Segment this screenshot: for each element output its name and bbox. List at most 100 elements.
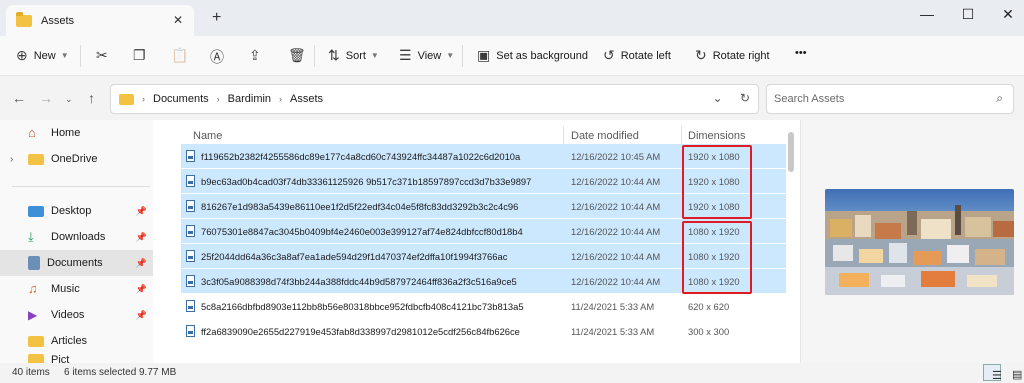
item-count: 40 items [12, 367, 50, 378]
cut-button[interactable]: ✂ [96, 47, 114, 64]
trash-icon: 🗑 [288, 47, 306, 63]
new-tab-button[interactable]: + [212, 9, 221, 27]
divider [462, 45, 463, 67]
breadcrumb-assets[interactable]: Assets [290, 93, 323, 105]
copy-icon: ❐ [133, 47, 146, 63]
delete-button[interactable]: 🗑 [288, 47, 312, 64]
share-button[interactable]: ⇪ [249, 47, 267, 64]
plus-circle-icon: ⊕ [16, 47, 28, 63]
highlight-box-portrait [682, 221, 752, 294]
search-icon: ⌕ [996, 91, 1003, 105]
paste-button[interactable]: 📋 [171, 47, 194, 64]
search-placeholder: Search Assets [774, 93, 845, 105]
selection-count: 6 items selected [64, 367, 137, 378]
vertical-scrollbar[interactable] [788, 132, 794, 172]
set-as-background-button[interactable]: ▣ Set as background [477, 47, 588, 64]
rename-button[interactable]: Ⓐ [210, 47, 230, 67]
sidebar-item-downloads[interactable]: ⤓ Downloads 📌 [0, 224, 153, 250]
pin-icon: 📌 [135, 257, 147, 268]
sort-label: Sort [345, 49, 366, 62]
sidebar-item-music[interactable]: ♫ Music 📌 [0, 276, 153, 302]
chevron-down-icon: ▼ [446, 51, 455, 60]
file-dimensions: 620 x 620 [688, 300, 730, 312]
address-bar[interactable]: › Documents › Bardimin › Assets ⌄ ↻ [110, 84, 759, 114]
preview-image [825, 189, 1014, 295]
more-options-button[interactable]: ••• [795, 47, 807, 59]
selection-size: 9.77 MB [139, 367, 177, 378]
recent-chevron-icon[interactable]: ⌄ [65, 94, 73, 105]
maximize-button[interactable]: ☐ [958, 6, 978, 23]
table-row[interactable]: 5c8a2166dbfbd8903e112bb8b56e80318bbce952… [181, 294, 786, 318]
folder-icon [28, 335, 44, 347]
home-icon: ⌂ [28, 125, 36, 140]
details-view-button[interactable]: ☰ [983, 364, 1002, 382]
column-header-name[interactable]: Name [193, 130, 222, 142]
image-file-icon [186, 175, 195, 187]
forward-arrow-icon[interactable]: → [39, 90, 53, 106]
breadcrumb-bardimin[interactable]: Bardimin [228, 93, 271, 105]
file-date: 12/16/2022 10:44 AM [571, 175, 661, 187]
file-name: b9ec63ad0b4cad03f74db33361125926 9b517c3… [201, 175, 532, 187]
search-input[interactable]: Search Assets ⌕ [766, 84, 1014, 114]
address-actions: ⌄ ↻ [713, 91, 750, 105]
table-row[interactable]: ff2a6839090e2655d227919e453fab8d338997d2… [181, 319, 786, 343]
file-dimensions: 300 x 300 [688, 325, 730, 337]
image-file-icon [186, 300, 195, 312]
rotate-right-label: Rotate right [712, 49, 770, 62]
sidebar-item-onedrive[interactable]: › OneDrive [0, 146, 153, 172]
close-window-button[interactable]: ✕ [998, 6, 1018, 23]
chevron-down-icon: ▼ [370, 51, 379, 60]
file-name: 816267e1d983a5439e86110ee1f2d5f22edf34c0… [201, 200, 519, 212]
view-icon: ☰ [399, 47, 412, 63]
navigation-pane: ⌂ Home › OneDrive Desktop 📌 ⤓ Downloads … [0, 120, 153, 363]
up-arrow-icon[interactable]: ↑ [88, 90, 95, 106]
desktop-icon [28, 205, 44, 217]
sidebar-item-home[interactable]: ⌂ Home [0, 120, 153, 146]
preview-pane [800, 120, 1024, 363]
sort-button[interactable]: ⇅ Sort ▼ [328, 47, 379, 64]
image-file-icon [186, 250, 195, 262]
sidebar-item-label: Documents [47, 257, 103, 269]
sidebar-item-articles[interactable]: Articles [0, 328, 153, 354]
details-view-icon: ☰ [992, 370, 1002, 382]
tab-assets[interactable]: Assets ✕ [6, 5, 194, 36]
back-arrow-icon[interactable]: ← [12, 90, 26, 106]
sidebar-item-videos[interactable]: ▶ Videos 📌 [0, 302, 153, 328]
close-tab-icon[interactable]: ✕ [170, 13, 186, 27]
rotate-left-button[interactable]: ↺ Rotate left [603, 47, 671, 64]
sidebar-item-pictures[interactable]: Pict [0, 354, 153, 363]
refresh-icon[interactable]: ↻ [740, 91, 750, 105]
chevron-right-icon: › [142, 94, 145, 104]
expand-chevron-icon[interactable]: › [10, 154, 13, 165]
file-date: 11/24/2021 5:33 AM [571, 325, 655, 337]
new-button[interactable]: ⊕ New ▼ [16, 47, 69, 64]
copy-button[interactable]: ❐ [133, 47, 152, 64]
rotate-right-button[interactable]: ↻ Rotate right [695, 47, 770, 64]
chevron-right-icon: › [279, 94, 283, 104]
clipboard-icon: 📋 [171, 47, 189, 63]
image-file-icon [186, 325, 195, 337]
column-header-dimensions[interactable]: Dimensions [688, 130, 745, 142]
file-date: 12/16/2022 10:45 AM [571, 150, 661, 162]
view-button[interactable]: ☰ View ▼ [399, 47, 454, 64]
status-bar: 40 items 6 items selected 9.77 MB ☰ ▤ [0, 363, 1024, 383]
sidebar-item-label: Home [51, 127, 81, 139]
desktop-background-icon: ▣ [477, 47, 491, 63]
more-icon: ••• [795, 47, 807, 59]
sidebar-item-desktop[interactable]: Desktop 📌 [0, 198, 153, 224]
sidebar-item-documents[interactable]: Documents 📌 [0, 250, 153, 276]
tiles-view-button[interactable]: ▤ [1003, 364, 1022, 381]
column-divider [681, 126, 682, 146]
breadcrumb-documents[interactable]: Documents [153, 93, 209, 105]
file-name: ff2a6839090e2655d227919e453fab8d338997d2… [201, 325, 520, 337]
pin-icon: 📌 [135, 205, 147, 216]
title-bar: Assets ✕ + — ☐ ✕ [0, 0, 1024, 36]
file-name: 25f2044dd64a36c3a8af7ea1ade594d29f1d4703… [201, 250, 508, 262]
file-name: f119652b2382f4255586dc89e177c4a8cd60c743… [201, 150, 521, 162]
set-background-label: Set as background [496, 49, 588, 62]
minimize-button[interactable]: — [917, 6, 937, 22]
divider [314, 45, 315, 67]
column-header-date[interactable]: Date modified [571, 130, 639, 142]
dropdown-chevron-icon[interactable]: ⌄ [713, 91, 723, 105]
file-date: 12/16/2022 10:44 AM [571, 200, 661, 212]
